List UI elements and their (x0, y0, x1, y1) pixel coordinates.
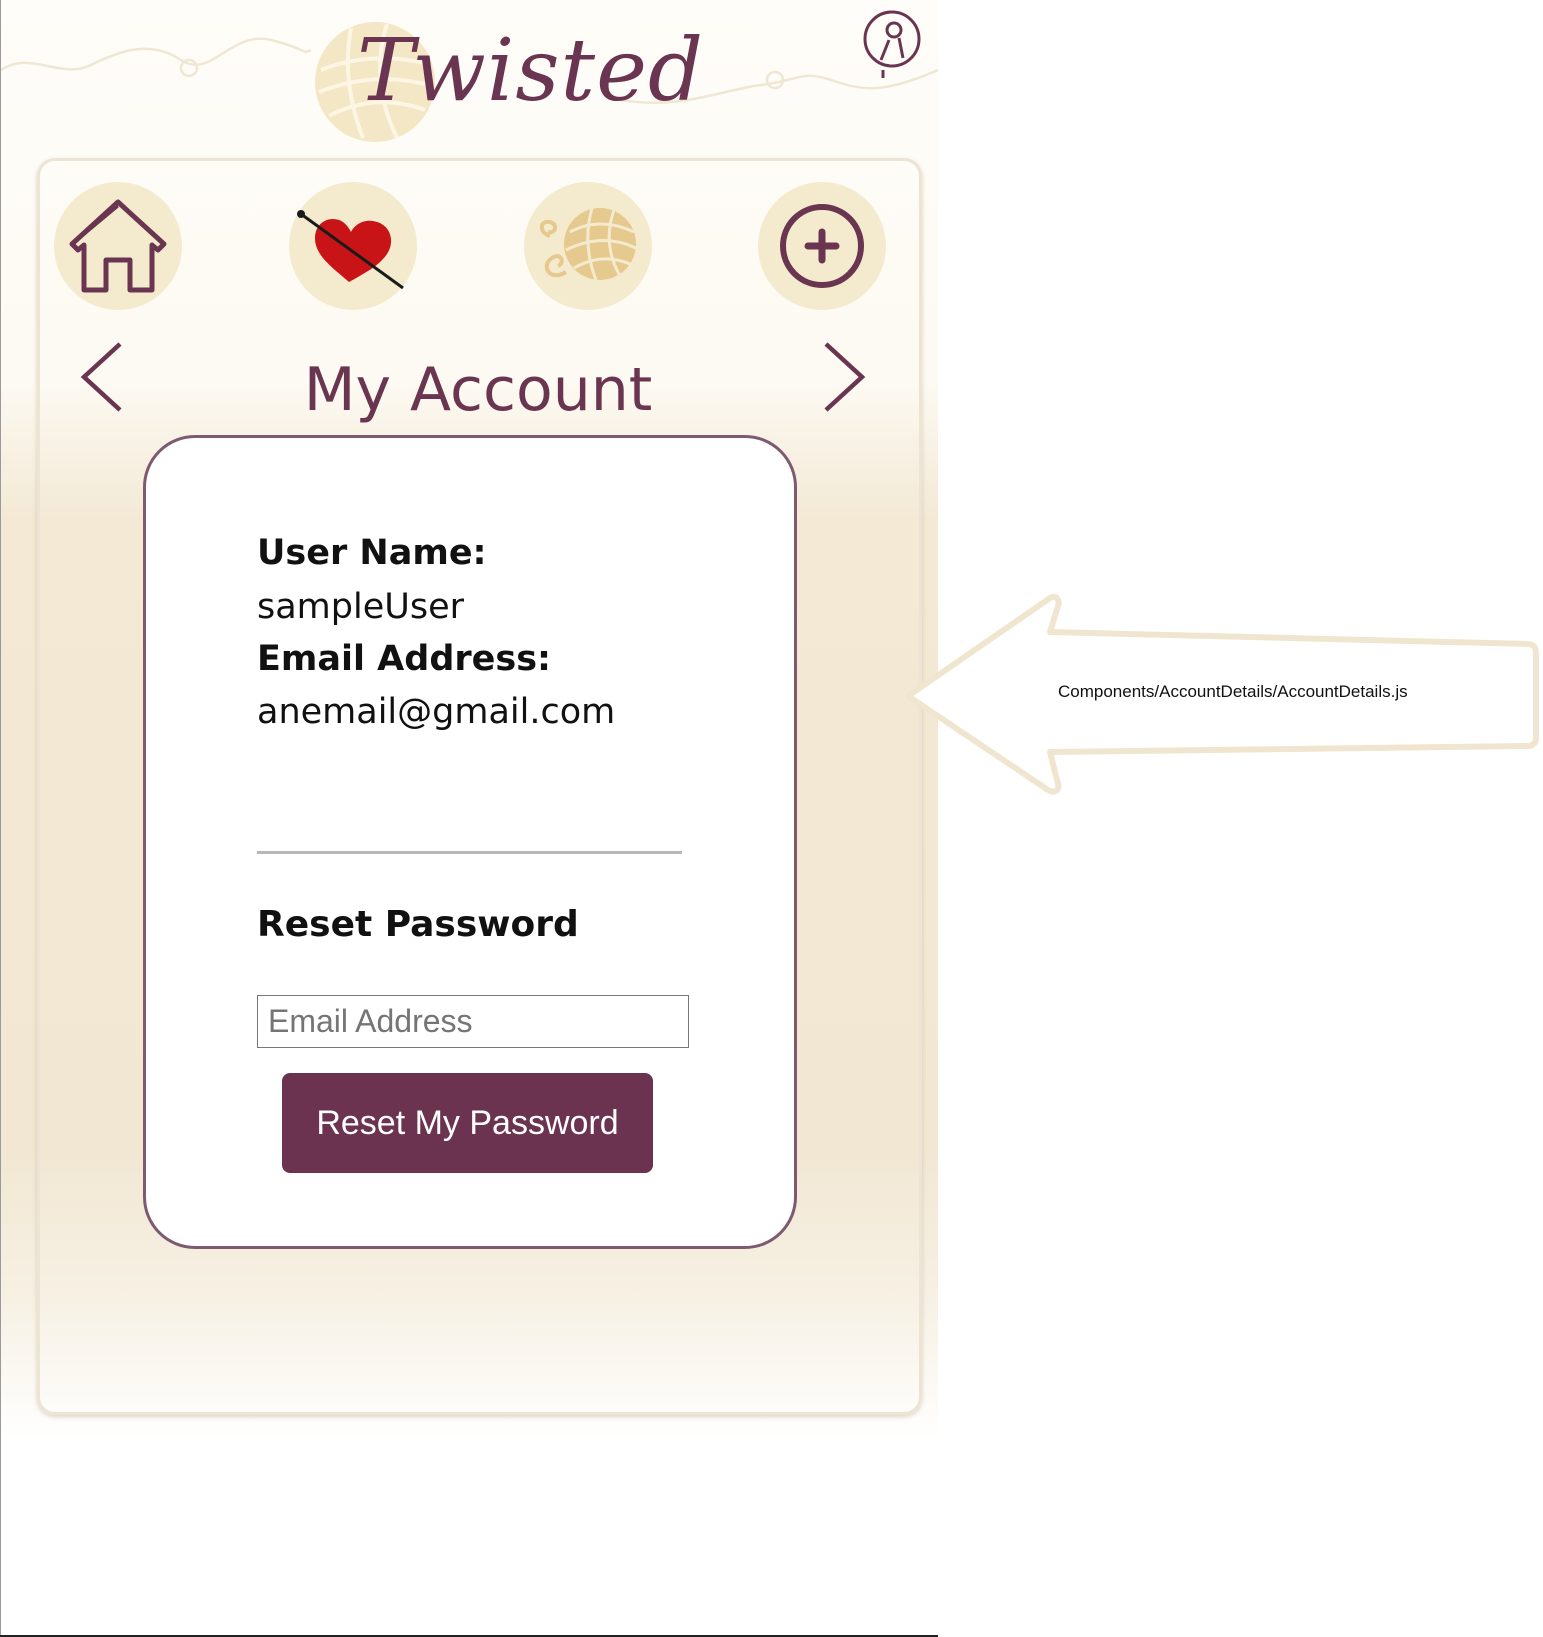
reset-email-input[interactable] (257, 995, 689, 1048)
email-label: Email Address: (257, 639, 552, 679)
yarn-ball-icon (539, 207, 637, 281)
email-value: anemail@gmail.com (257, 692, 616, 732)
chevron-right-icon (824, 342, 866, 412)
nav-favorites-button[interactable] (289, 182, 417, 310)
chevron-left-icon (80, 342, 122, 412)
page-title: My Account (303, 355, 653, 425)
app-logo: Twisted (357, 21, 705, 121)
username-label: User Name: (257, 533, 487, 573)
nav-add-button[interactable] (758, 182, 886, 310)
app-header: Twisted (1, 0, 938, 150)
reset-password-heading: Reset Password (257, 904, 579, 945)
reset-password-button[interactable]: Reset My Password (282, 1073, 653, 1173)
home-icon (69, 199, 167, 293)
nav-home-button[interactable] (54, 182, 182, 310)
heart-needle-icon (297, 210, 404, 290)
section-divider (257, 851, 682, 854)
user-profile-icon (863, 10, 921, 78)
profile-button[interactable] (861, 8, 923, 78)
plus-circle-icon (780, 204, 864, 288)
callout-label: Components/AccountDetails/AccountDetails… (1058, 682, 1408, 701)
next-button[interactable] (818, 338, 878, 418)
username-value: sampleUser (257, 587, 465, 627)
nav-yarn-button[interactable] (524, 182, 652, 310)
prev-button[interactable] (78, 338, 138, 418)
